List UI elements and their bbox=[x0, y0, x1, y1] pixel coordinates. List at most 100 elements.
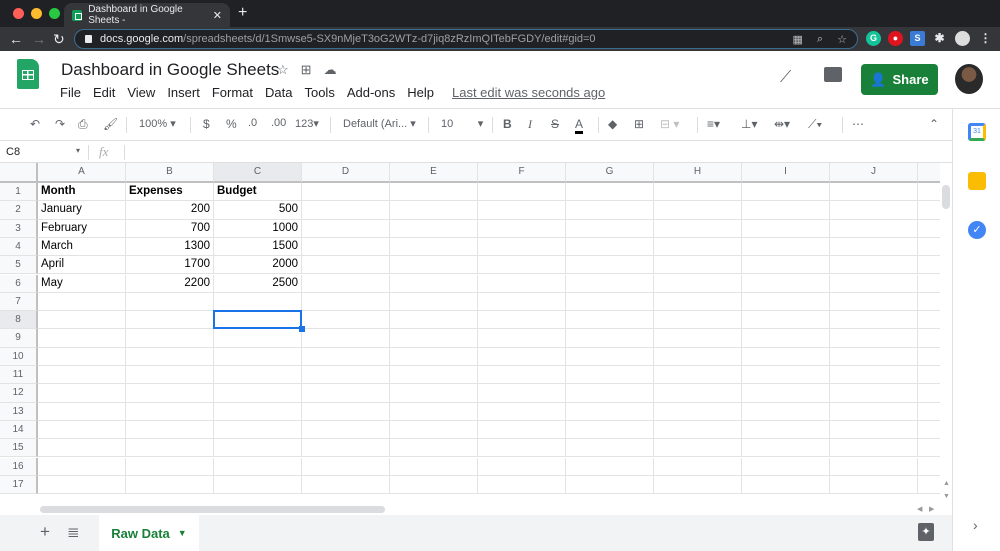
cell-c1[interactable]: Budget bbox=[214, 183, 302, 202]
cell-a8[interactable] bbox=[38, 311, 126, 330]
cell-d8[interactable] bbox=[302, 311, 390, 330]
text-rotation-icon[interactable]: ⟋▾ bbox=[808, 117, 822, 132]
strikethrough-button[interactable]: S bbox=[551, 117, 559, 131]
cell-extra[interactable] bbox=[918, 403, 940, 421]
cell-c4[interactable]: 1500 bbox=[214, 237, 302, 257]
cell-b14[interactable] bbox=[126, 420, 214, 440]
browser-tab[interactable]: Dashboard in Google Sheets - ✕ bbox=[64, 3, 230, 27]
cell-b3[interactable]: 700 bbox=[126, 219, 214, 238]
column-header-a[interactable]: A bbox=[38, 163, 126, 183]
calendar-icon[interactable]: 31 bbox=[968, 123, 986, 141]
cell-d7[interactable] bbox=[302, 292, 390, 312]
bookmark-star-icon[interactable]: ☆ bbox=[837, 33, 847, 46]
name-box[interactable]: C8 bbox=[6, 146, 20, 158]
cell-e15[interactable] bbox=[390, 439, 478, 458]
cell-d12[interactable] bbox=[302, 384, 390, 403]
cell-g8[interactable] bbox=[566, 311, 654, 330]
cell-b15[interactable] bbox=[126, 439, 214, 458]
font-family-select[interactable]: Default (Ari... ▾ bbox=[343, 117, 416, 130]
cell-d4[interactable] bbox=[302, 237, 390, 257]
cell-f12[interactable] bbox=[478, 384, 566, 403]
row-header-7[interactable]: 7 bbox=[0, 292, 38, 312]
cell-c5[interactable]: 2000 bbox=[214, 256, 302, 275]
cell-h8[interactable] bbox=[654, 311, 742, 330]
scroll-down-icon[interactable]: ▼ bbox=[943, 493, 950, 500]
cell-e14[interactable] bbox=[390, 420, 478, 440]
cell-c14[interactable] bbox=[214, 420, 302, 440]
cell-d5[interactable] bbox=[302, 256, 390, 275]
menu-help[interactable]: Help bbox=[407, 85, 434, 100]
cell-c7[interactable] bbox=[214, 292, 302, 312]
cell-d11[interactable] bbox=[302, 366, 390, 385]
cell-j15[interactable] bbox=[830, 439, 918, 458]
cell-i2[interactable] bbox=[742, 201, 830, 220]
row-header-12[interactable]: 12 bbox=[0, 384, 38, 403]
cell-g5[interactable] bbox=[566, 256, 654, 275]
column-header-c[interactable]: C bbox=[214, 163, 302, 183]
cell-j6[interactable] bbox=[830, 274, 918, 293]
cell-e3[interactable] bbox=[390, 219, 478, 238]
cell-b5[interactable]: 1700 bbox=[126, 256, 214, 275]
column-header-i[interactable]: I bbox=[742, 163, 830, 183]
cell-d9[interactable] bbox=[302, 329, 390, 348]
cell-c16[interactable] bbox=[214, 457, 302, 476]
cell-extra[interactable] bbox=[918, 384, 940, 403]
cell-h4[interactable] bbox=[654, 237, 742, 257]
redo-icon[interactable]: ↷ bbox=[55, 117, 65, 131]
vertical-align-icon[interactable]: ⊥▾ bbox=[741, 117, 757, 131]
cell-e16[interactable] bbox=[390, 457, 478, 476]
cell-f2[interactable] bbox=[478, 201, 566, 220]
cell-extra[interactable] bbox=[918, 458, 940, 476]
cell-j14[interactable] bbox=[830, 420, 918, 440]
cell-g12[interactable] bbox=[566, 384, 654, 403]
undo-icon[interactable]: ↶ bbox=[30, 117, 40, 131]
cell-extra[interactable] bbox=[918, 220, 940, 238]
cell-d2[interactable] bbox=[302, 201, 390, 220]
cell-d6[interactable] bbox=[302, 274, 390, 293]
cell-j11[interactable] bbox=[830, 366, 918, 385]
cell-h15[interactable] bbox=[654, 439, 742, 458]
decrease-decimal-button[interactable]: .0 bbox=[248, 117, 257, 129]
sheet-tab-dropdown-icon[interactable]: ▼ bbox=[178, 528, 187, 538]
name-box-dropdown-icon[interactable]: ▾ bbox=[76, 146, 80, 155]
cell-g9[interactable] bbox=[566, 329, 654, 348]
cell-j12[interactable] bbox=[830, 384, 918, 403]
cell-j16[interactable] bbox=[830, 457, 918, 476]
cell-g17[interactable] bbox=[566, 475, 654, 495]
cell-j13[interactable] bbox=[830, 402, 918, 421]
qr-code-icon[interactable]: ▦ bbox=[793, 33, 803, 46]
cell-f3[interactable] bbox=[478, 219, 566, 238]
cell-c9[interactable] bbox=[214, 329, 302, 348]
cell-i10[interactable] bbox=[742, 347, 830, 366]
cell-b16[interactable] bbox=[126, 457, 214, 476]
document-title[interactable]: Dashboard in Google Sheets bbox=[61, 60, 279, 80]
show-side-panel-icon[interactable]: › bbox=[973, 517, 978, 533]
profile-avatar-icon[interactable] bbox=[955, 31, 970, 46]
cell-a5[interactable]: April bbox=[38, 256, 126, 275]
column-header-g[interactable]: G bbox=[566, 163, 654, 183]
cell-e17[interactable] bbox=[390, 475, 478, 495]
column-header-j[interactable]: J bbox=[830, 163, 918, 183]
activity-trend-icon[interactable]: ⟋ bbox=[780, 69, 791, 87]
s-extension-icon[interactable]: S bbox=[910, 31, 925, 46]
more-formats-select[interactable]: 123▾ bbox=[295, 117, 319, 130]
cell-b12[interactable] bbox=[126, 384, 214, 403]
move-folder-icon[interactable]: ⊞ bbox=[301, 62, 312, 78]
currency-format-button[interactable]: $ bbox=[203, 117, 210, 131]
cell-d16[interactable] bbox=[302, 457, 390, 476]
cell-e4[interactable] bbox=[390, 237, 478, 257]
cell-i7[interactable] bbox=[742, 292, 830, 312]
cell-f7[interactable] bbox=[478, 292, 566, 312]
cell-f5[interactable] bbox=[478, 256, 566, 275]
cell-i1[interactable] bbox=[742, 183, 830, 202]
cell-a13[interactable] bbox=[38, 402, 126, 421]
cell-e8[interactable] bbox=[390, 311, 478, 330]
cell-extra[interactable] bbox=[918, 256, 940, 275]
maximize-window-button[interactable] bbox=[49, 8, 60, 19]
italic-button[interactable]: I bbox=[528, 117, 532, 132]
browser-menu-icon[interactable]: ⋮ bbox=[978, 31, 993, 46]
cell-j9[interactable] bbox=[830, 329, 918, 348]
cell-h2[interactable] bbox=[654, 201, 742, 220]
cell-g1[interactable] bbox=[566, 183, 654, 202]
cell-extra[interactable] bbox=[918, 275, 940, 293]
